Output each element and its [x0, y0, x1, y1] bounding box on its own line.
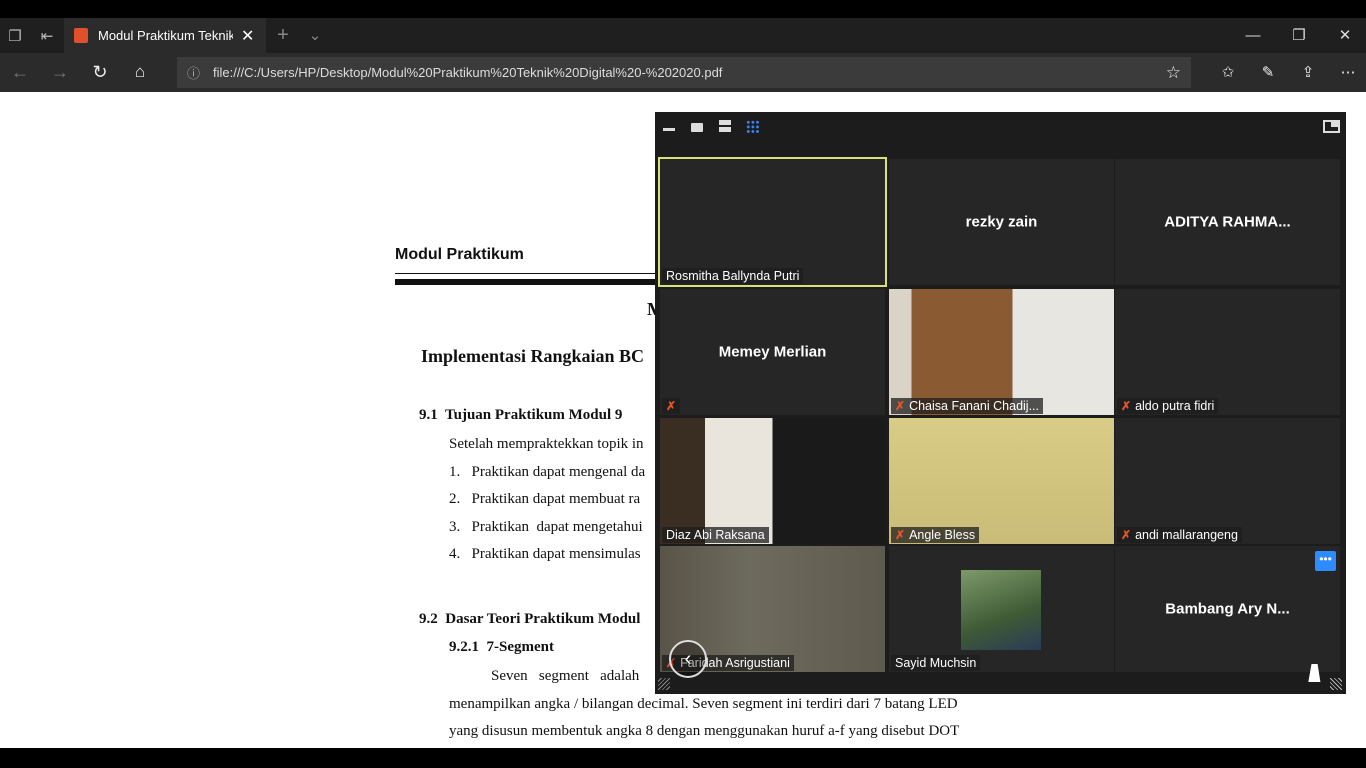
minimize-video-icon[interactable]: [663, 128, 675, 131]
participant-name-label: ✗ andi mallarangeng: [1117, 527, 1242, 543]
participant-name-label: ✗ aldo putra fidri: [1117, 398, 1219, 414]
participant-name-center: ADITYA RAHMA...: [1164, 213, 1291, 231]
participant-name-center: Bambang Ary N...: [1165, 600, 1290, 618]
gallery-view-icon[interactable]: [746, 120, 760, 134]
muted-mic-icon: ✗: [1121, 528, 1132, 542]
close-window-icon[interactable]: ✕: [1336, 26, 1354, 44]
screen-bottom: [0, 748, 1366, 768]
chevron-down-icon[interactable]: ⌄: [306, 26, 324, 44]
participant-tile[interactable]: ✗ Chaisa Fanani Chadij...: [889, 289, 1114, 415]
participant-name-label: Diaz Abi Raksana: [662, 527, 769, 543]
participant-tile[interactable]: rezky zain: [889, 159, 1114, 285]
participant-tile[interactable]: ✗ andi mallarangeng: [1115, 418, 1340, 544]
muted-mic-icon: ✗: [1121, 399, 1132, 413]
participant-name-center: rezky zain: [965, 213, 1038, 231]
tab-title: Modul Praktikum Teknik: [98, 28, 233, 43]
muted-mic-icon: ✗: [666, 399, 677, 413]
section-9-1: 9.1 Tujuan Praktikum Modul 9: [419, 407, 623, 423]
participant-tile[interactable]: Diaz Abi Raksana: [660, 418, 885, 544]
pen-icon[interactable]: ✎: [1258, 62, 1278, 82]
participant-name: Diaz Abi Raksana: [666, 528, 765, 542]
forward-icon[interactable]: →: [50, 62, 70, 82]
list-item: 3. Praktikan dapat mengetahui: [449, 519, 643, 535]
participant-name: Angle Bless: [909, 528, 976, 542]
participant-tile[interactable]: ✗ aldo putra fidri: [1115, 289, 1340, 415]
new-tab-icon[interactable]: +: [274, 24, 292, 46]
participant-tile[interactable]: ADITYA RAHMA...: [1115, 159, 1340, 285]
more-options-button[interactable]: •••: [1315, 551, 1336, 571]
more-icon[interactable]: ⋯: [1338, 62, 1358, 82]
url-text: file:///C:/Users/HP/Desktop/Modul%20Prak…: [213, 65, 723, 80]
doc-header: Modul Praktikum: [395, 246, 524, 263]
participant-name-label: ✗: [662, 398, 681, 414]
back-icon[interactable]: ←: [10, 62, 30, 82]
refresh-icon[interactable]: ↻: [90, 62, 110, 82]
participant-name-label: ✗ Chaisa Fanani Chadij...: [891, 398, 1043, 414]
share-icon[interactable]: ⇪: [1298, 62, 1318, 82]
participant-name: andi mallarangeng: [1135, 528, 1238, 542]
participant-tile[interactable]: Memey Merlian ✗: [660, 289, 885, 415]
participant-name-label: Sayid Muchsin: [891, 655, 981, 671]
resize-handle-left[interactable]: [658, 678, 670, 690]
participant-name-label: Rosmitha Ballynda Putri: [662, 268, 804, 284]
home-icon[interactable]: ⌂: [130, 62, 150, 82]
resize-handle-right[interactable]: [1330, 678, 1342, 690]
muted-mic-icon: ✗: [895, 528, 906, 542]
zoom-meeting-window: Rosmitha Ballynda Putri rezky zain ADITYA …: [655, 112, 1346, 694]
minimize-icon[interactable]: —: [1244, 26, 1262, 44]
screen-top: [0, 0, 1366, 18]
previous-page-button[interactable]: ‹: [669, 640, 707, 678]
participant-tile[interactable]: Bambang Ary N...: [1115, 546, 1340, 672]
strip-view-icon[interactable]: [719, 120, 731, 132]
tabs-aside-icon[interactable]: ⇤: [38, 27, 56, 45]
participant-name-center: Memey Merlian: [718, 343, 827, 361]
nav-bar: ← → ↻ ⌂ ⓘ file:///C:/Users/HP/Desktop/Mo…: [0, 53, 1366, 92]
profile-photo: [961, 570, 1041, 650]
participant-name-label: ✗ Angle Bless: [891, 527, 980, 543]
tab-actions-icon[interactable]: ❐: [6, 27, 24, 45]
muted-mic-icon: ✗: [895, 399, 906, 413]
favorite-star-icon[interactable]: ☆: [1166, 63, 1181, 83]
speaker-view-icon[interactable]: [691, 123, 703, 132]
section-9-2: 9.2 Dasar Teori Praktikum Modul: [419, 611, 641, 627]
tab-bar: ❐ ⇤ Modul Praktikum Teknik ✕ + ⌄ — ❐ ✕: [0, 18, 1366, 53]
header-rule-thick: [395, 279, 657, 285]
participant-tile[interactable]: Sayid Muchsin: [889, 546, 1114, 672]
participant-name: aldo putra fidri: [1135, 399, 1215, 413]
participant-name: Chaisa Fanani Chadij...: [909, 399, 1039, 413]
participant-tile[interactable]: ✗ Angle Bless: [889, 418, 1114, 544]
participant-tile[interactable]: Rosmitha Ballynda Putri: [658, 157, 887, 287]
intro-text: Setelah mempraktekkan topik in: [449, 436, 644, 452]
paragraph-line: menampilkan angka / bilangan decimal. Se…: [449, 696, 958, 712]
section-9-2-1: 9.2.1 7-Segment: [449, 639, 554, 655]
pdf-icon: [74, 28, 88, 43]
address-bar[interactable]: ⓘ file:///C:/Users/HP/Desktop/Modul%20Pr…: [177, 57, 1191, 88]
close-tab-icon[interactable]: ✕: [241, 26, 254, 46]
list-item: 4. Praktikan dapat mensimulas: [449, 546, 641, 562]
mouse-cursor-icon: [1308, 664, 1324, 682]
tab-active[interactable]: Modul Praktikum Teknik ✕: [64, 18, 266, 53]
participant-name: Rosmitha Ballynda Putri: [666, 269, 800, 283]
favorites-icon[interactable]: ✩: [1218, 62, 1238, 82]
header-rule: [395, 273, 657, 274]
chapter-title: Implementasi Rangkaian BC: [421, 346, 645, 366]
participant-name: Sayid Muchsin: [895, 656, 977, 670]
list-item: 2. Praktikan dapat membuat ra: [449, 491, 641, 507]
info-icon: ⓘ: [187, 66, 201, 81]
paragraph-line: yang disusun membentuk angka 8 dengan me…: [449, 723, 960, 739]
list-item: 1. Praktikan dapat mengenal da: [449, 464, 646, 480]
paragraph-line: Seven segment adalah: [491, 668, 640, 684]
restore-icon[interactable]: ❐: [1290, 26, 1308, 44]
exit-fullscreen-icon[interactable]: [1323, 120, 1340, 133]
